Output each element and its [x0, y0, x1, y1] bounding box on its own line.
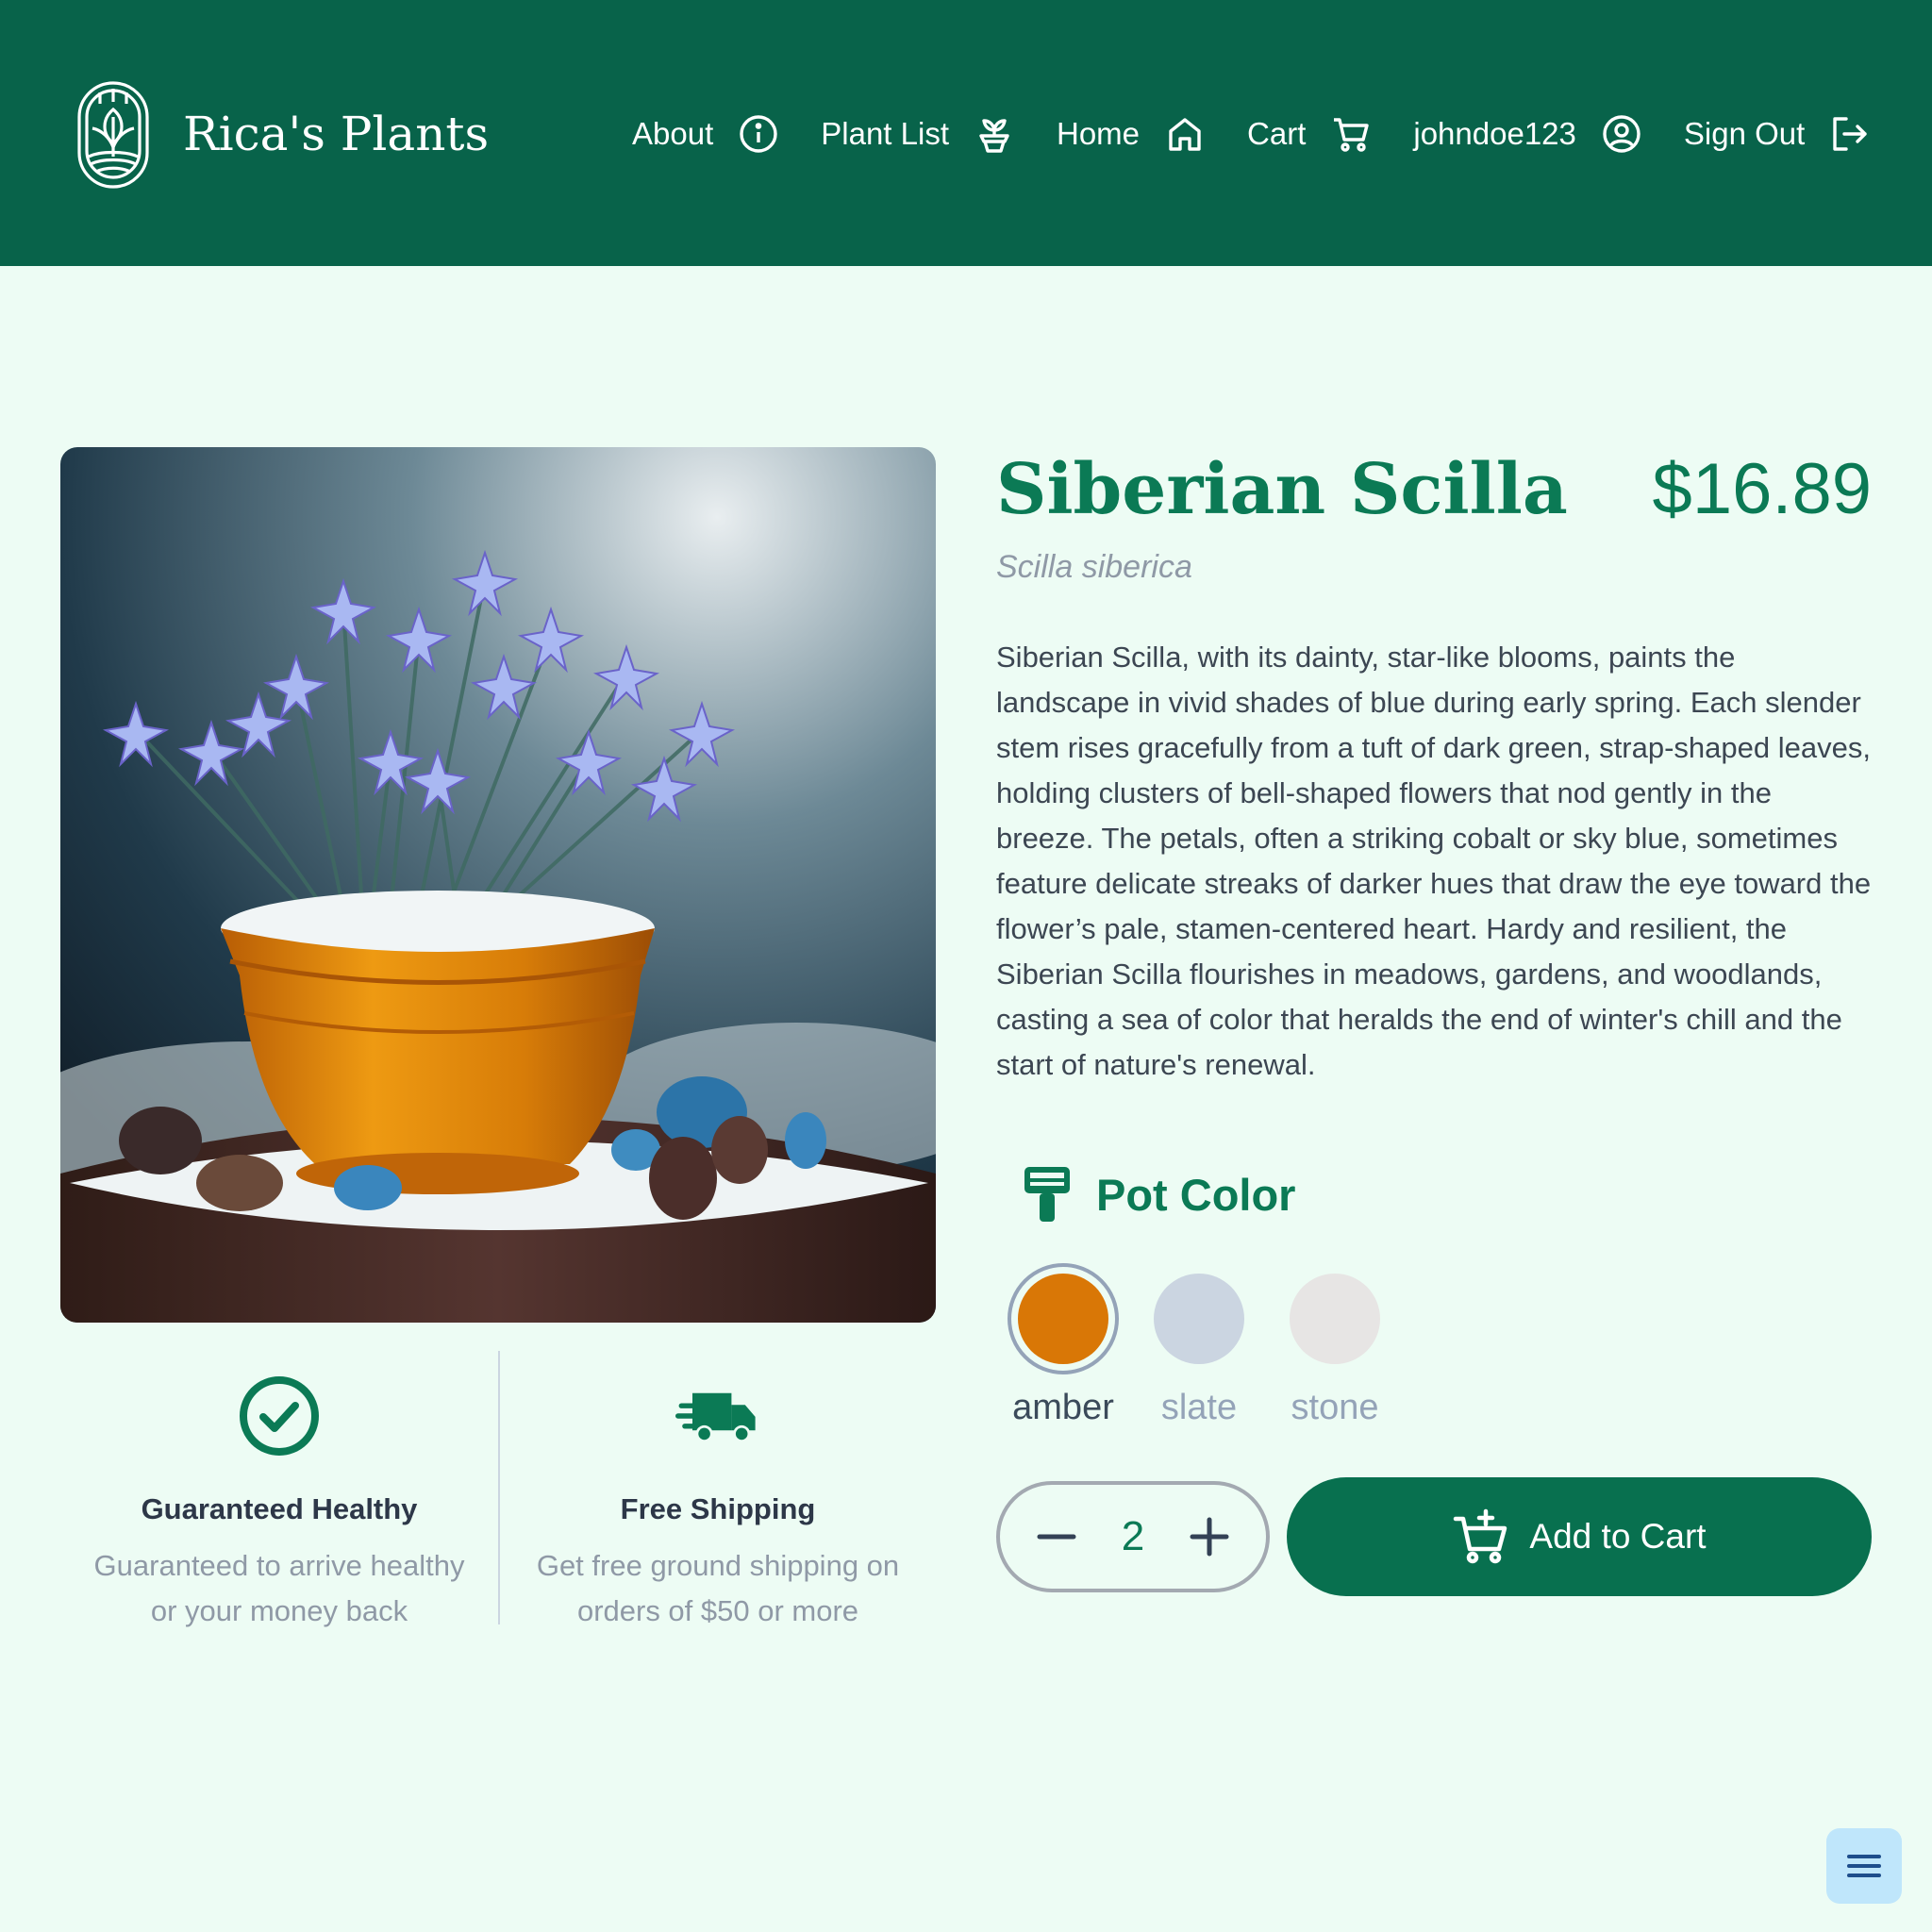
paint-brush-icon [1024, 1167, 1070, 1222]
quantity-value: 2 [1121, 1513, 1145, 1559]
product-image [60, 447, 936, 1323]
features: Guaranteed Healthy Guaranteed to arrive … [60, 1351, 936, 1627]
menu-button[interactable] [1826, 1828, 1902, 1904]
feature-free-shipping: Free Shipping Get free ground shipping o… [498, 1351, 936, 1627]
product-details: Siberian Scilla $16.89 Scilla siberica S… [996, 447, 1872, 1596]
swatch-ring [1279, 1263, 1391, 1374]
nav-sign-out[interactable]: Sign Out [1684, 113, 1871, 155]
site-header: Rica's Plants About Plant List Home Cart [0, 0, 1932, 266]
title-row: Siberian Scilla $16.89 [996, 447, 1872, 532]
feature-title: Free Shipping [620, 1492, 816, 1525]
brand-name: Rica's Plants [183, 107, 490, 161]
swatch-dot [1290, 1274, 1380, 1364]
feature-title: Guaranteed Healthy [141, 1492, 418, 1525]
check-circle-icon [240, 1376, 319, 1456]
swatch-ring [1008, 1263, 1119, 1374]
feature-guaranteed-healthy: Guaranteed Healthy Guaranteed to arrive … [60, 1351, 498, 1627]
swatch-dot [1154, 1274, 1244, 1364]
feature-text: Guaranteed to arrive healthy or your mon… [93, 1549, 465, 1627]
swatch-slate[interactable]: slate [1143, 1263, 1255, 1428]
add-to-cart-label: Add to Cart [1529, 1517, 1707, 1556]
swatch-label: stone [1291, 1388, 1379, 1427]
quantity-stepper: 2 [996, 1481, 1270, 1592]
nav-plant-list[interactable]: Plant List [821, 113, 1015, 155]
plant-pot-icon [979, 119, 1009, 153]
swatch-label: slate [1160, 1388, 1238, 1427]
nav-user-label: johndoe123 [1413, 116, 1576, 151]
home-icon [1169, 118, 1201, 151]
swatch-ring [1143, 1263, 1255, 1374]
add-to-cart-button[interactable]: Add to Cart [1287, 1477, 1872, 1596]
nav-plant-list-label: Plant List [821, 116, 949, 151]
nav-about-label: About [632, 116, 714, 151]
pot-color-options: amber slate stone [996, 1263, 1872, 1428]
cart-row: 2 Add to Cart [996, 1477, 1872, 1596]
product-name: Siberian Scilla [996, 449, 1568, 530]
pot-color-heading: Pot Color [996, 1161, 1872, 1227]
nav-home-label: Home [1057, 116, 1141, 151]
product-description: Siberian Scilla, with its dainty, star-l… [996, 641, 1872, 1081]
product-photo [60, 447, 936, 1323]
hamburger-menu-icon [1847, 1855, 1881, 1877]
nav-about[interactable]: About [632, 113, 779, 155]
pot-color-label: Pot Color [1096, 1169, 1296, 1220]
nav-cart[interactable]: Cart [1247, 113, 1372, 155]
swatch-amber[interactable]: amber [1008, 1263, 1119, 1428]
minus-icon[interactable] [1034, 1514, 1079, 1559]
product-price: $16.89 [1652, 449, 1872, 529]
plus-icon[interactable] [1187, 1514, 1232, 1559]
feature-text: Get free ground shipping on orders of $5… [536, 1549, 900, 1627]
nav-cart-label: Cart [1247, 116, 1307, 151]
nav-user[interactable]: johndoe123 [1413, 113, 1642, 155]
nav-sign-out-label: Sign Out [1683, 116, 1806, 151]
brand[interactable]: Rica's Plants [74, 74, 489, 194]
nav-home[interactable]: Home [1057, 113, 1206, 155]
leaf-shield-logo-icon [77, 81, 149, 189]
delivery-truck-icon [675, 1392, 756, 1442]
cart-icon [1334, 118, 1370, 152]
sign-out-icon [1833, 117, 1868, 151]
swatch-stone[interactable]: stone [1279, 1263, 1391, 1428]
cart-add-icon [1454, 1508, 1507, 1564]
swatch-label: amber [1012, 1388, 1114, 1427]
swatch-dot [1018, 1274, 1108, 1364]
info-icon [740, 115, 777, 153]
botanical-name: Scilla siberica [996, 549, 1192, 585]
main-nav: About Plant List Home Cart johndoe123 Si… [632, 104, 1871, 164]
user-circle-icon [1603, 115, 1641, 153]
